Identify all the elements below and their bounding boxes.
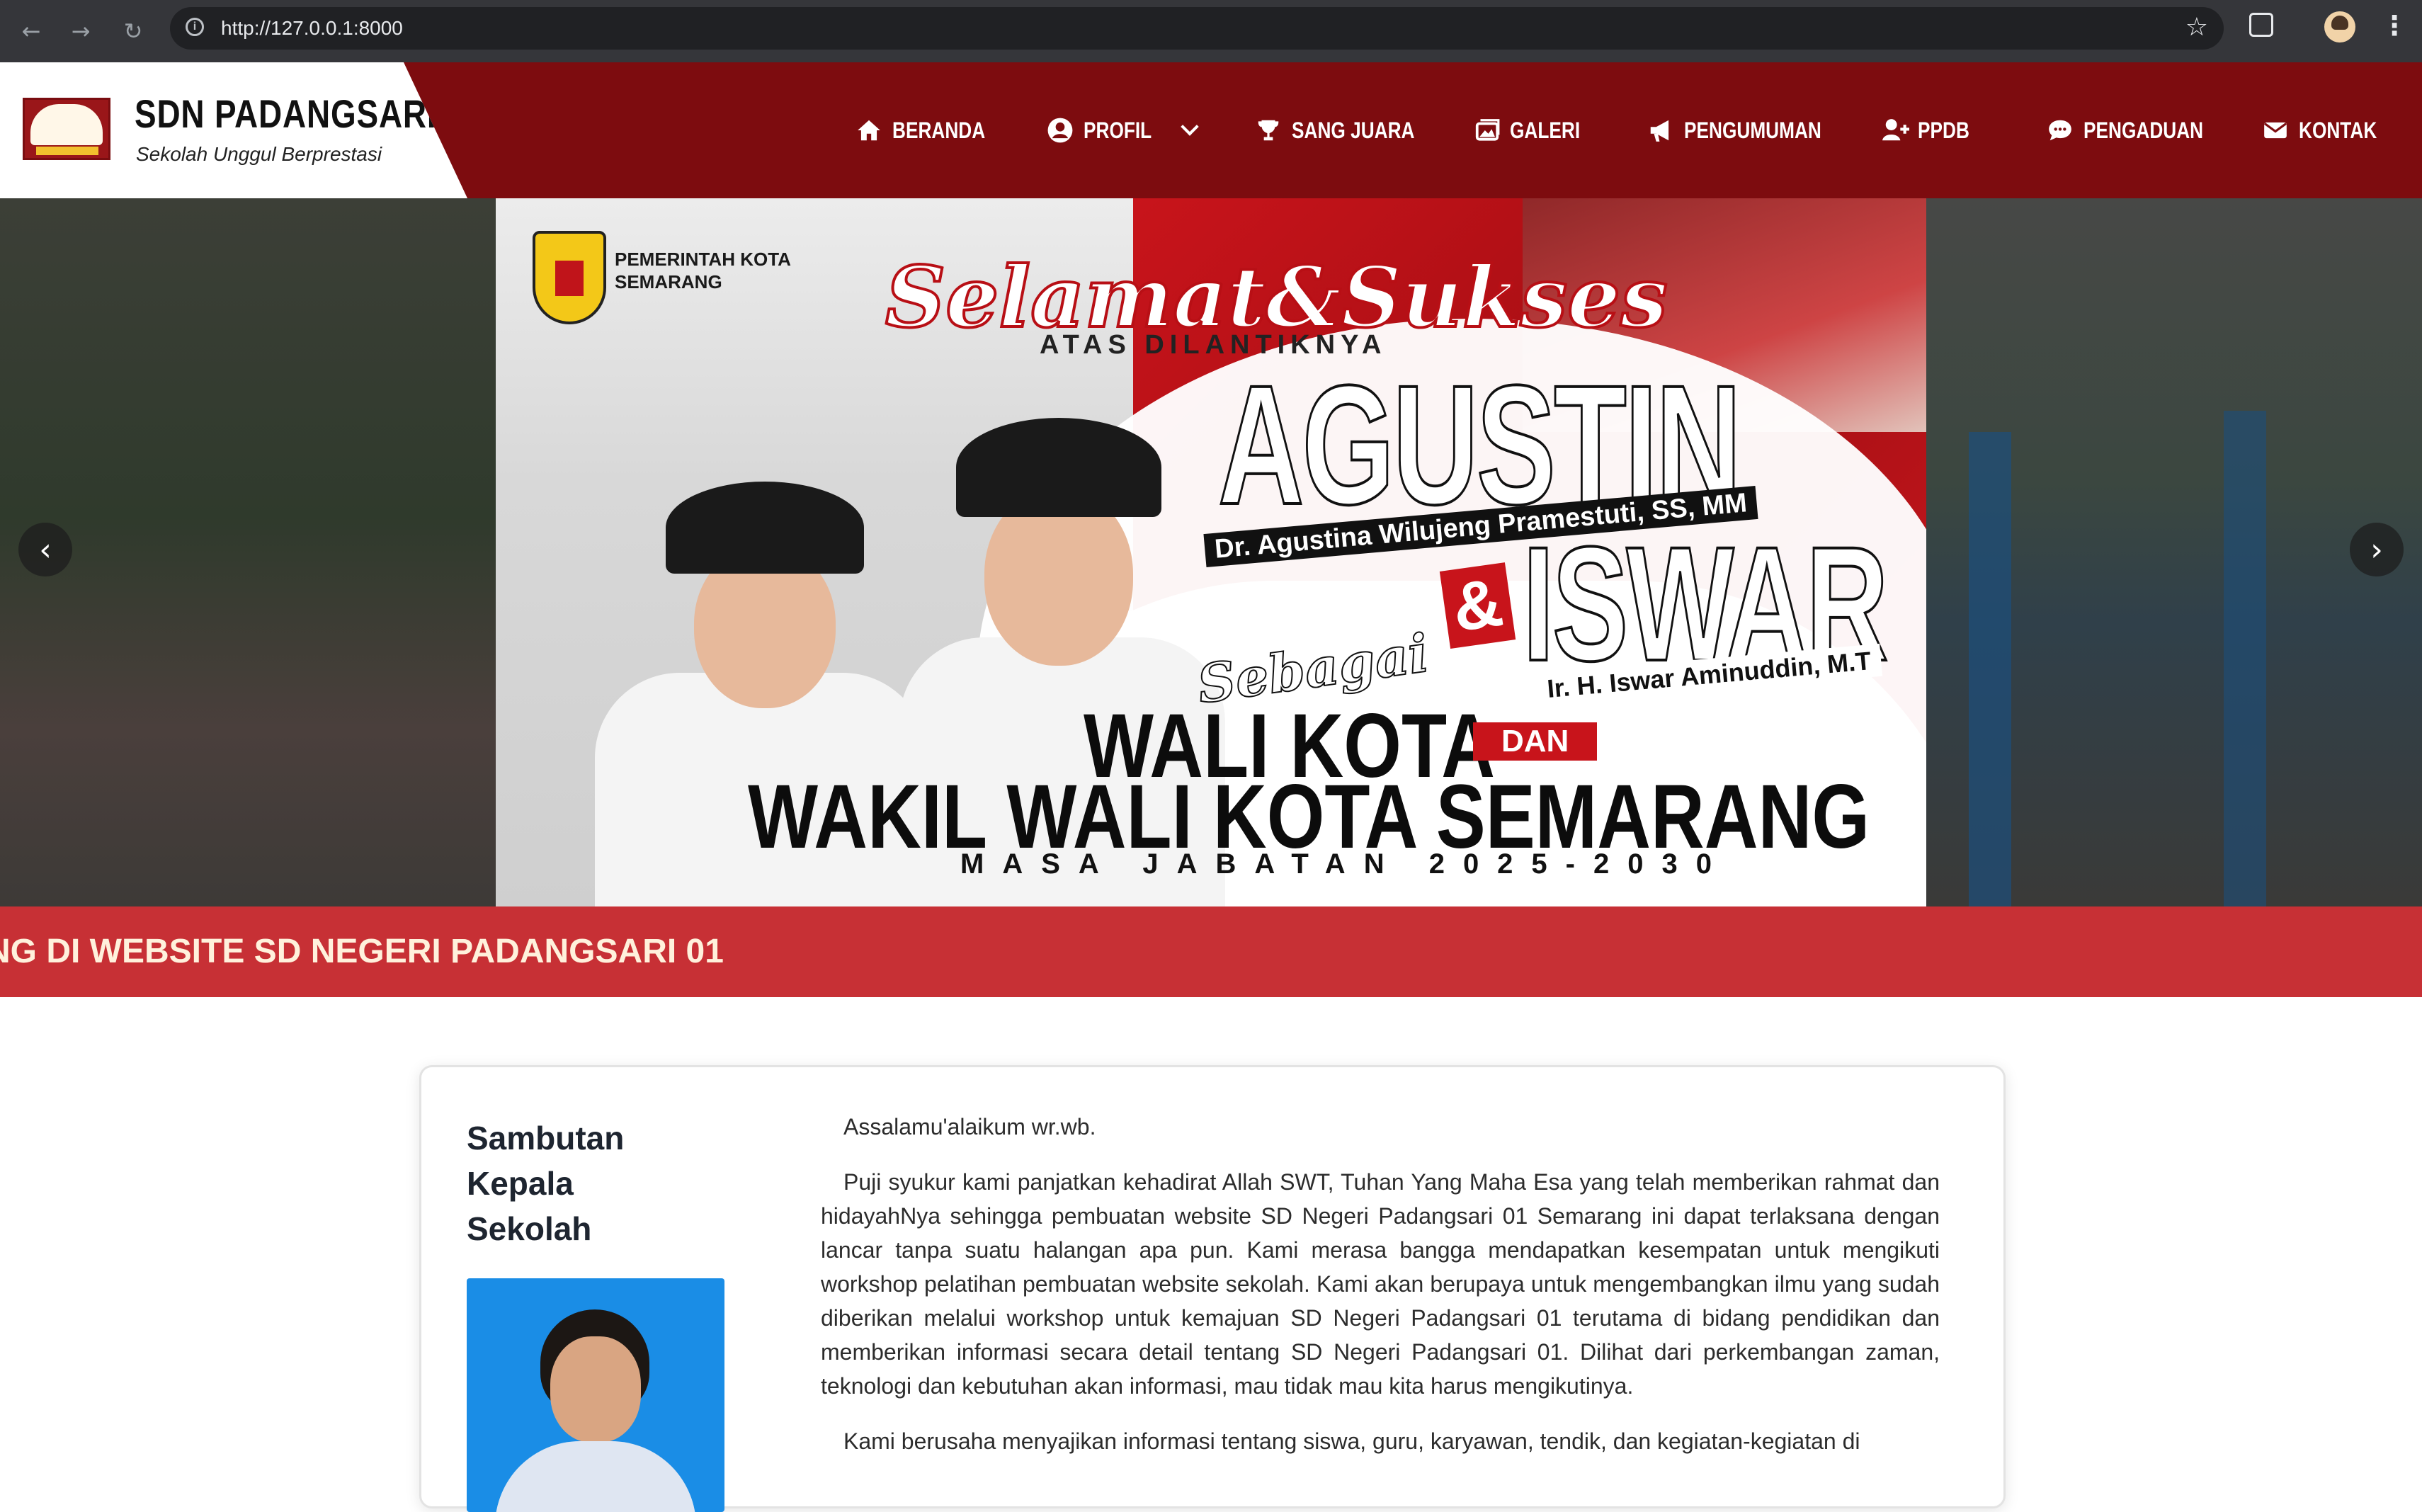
principal-welcome-card: Sambutan Kepala Sekolah Assalamu'alaikum… bbox=[419, 1065, 2006, 1512]
principal-photo bbox=[467, 1278, 724, 1512]
banner-dan: DAN bbox=[1473, 722, 1598, 761]
site-tagline: Sekolah Unggul Berprestasi bbox=[136, 143, 382, 165]
nav-label: GALERI bbox=[1510, 117, 1581, 143]
city-emblem-icon bbox=[533, 231, 606, 324]
site-info-icon[interactable]: i bbox=[186, 18, 204, 36]
carousel-next-button[interactable]: › bbox=[2350, 523, 2404, 576]
announcement-marquee: NG DI WEBSITE SD NEGERI PADANGSARI 01 bbox=[0, 906, 2422, 997]
menu-icon[interactable]: ⋮ bbox=[2381, 10, 2408, 41]
nav-pengumuman[interactable]: PENGUMUMAN bbox=[1647, 62, 1851, 198]
site-name[interactable]: SDN PADANGSARI 01 bbox=[135, 91, 467, 137]
nav-label: BERANDA bbox=[892, 117, 986, 143]
bookmark-star-icon[interactable]: ☆ bbox=[2185, 13, 2208, 42]
trophy-icon bbox=[1255, 117, 1282, 144]
nav-label: PENGADUAN bbox=[2083, 117, 2204, 143]
banner-gov-label: PEMERINTAH KOTA SEMARANG bbox=[615, 249, 790, 292]
site-header: SDN PADANGSARI 01 Sekolah Unggul Berpres… bbox=[0, 62, 2422, 198]
envelope-icon bbox=[2262, 117, 2289, 144]
address-bar[interactable]: i http://127.0.0.1:8000 ☆ bbox=[170, 7, 2224, 50]
profile-avatar[interactable] bbox=[2324, 11, 2355, 42]
nav-sang-juara[interactable]: SANG JUARA bbox=[1255, 62, 1442, 198]
welcome-greeting: Assalamu'alaikum wr.wb. bbox=[843, 1114, 1096, 1139]
nav-pengaduan[interactable]: PENGADUAN bbox=[2047, 62, 2229, 198]
browser-toolbar: ← → ↻ i http://127.0.0.1:8000 ☆ ⋮ bbox=[0, 0, 2422, 62]
back-icon[interactable]: ← bbox=[14, 14, 48, 48]
nav-profil[interactable]: PROFIL bbox=[1047, 62, 1200, 198]
nav-beranda[interactable]: BERANDA bbox=[855, 62, 1006, 198]
nav-kontak[interactable]: KONTAK bbox=[2262, 62, 2394, 198]
nav-label: PPDB bbox=[1918, 117, 1969, 143]
inauguration-banner: PEMERINTAH KOTA SEMARANG Selamat&Sukses … bbox=[496, 198, 1926, 906]
megaphone-icon bbox=[1647, 117, 1674, 144]
images-icon bbox=[1473, 117, 1500, 144]
nav-ppdb[interactable]: PPDB bbox=[1881, 62, 1981, 198]
nav-label: PROFIL bbox=[1084, 117, 1152, 143]
chevron-down-icon bbox=[1181, 118, 1200, 136]
blurred-backdrop bbox=[0, 198, 496, 906]
chat-icon bbox=[2047, 117, 2074, 144]
forward-icon[interactable]: → bbox=[64, 14, 98, 48]
welcome-title: Sambutan Kepala Sekolah bbox=[467, 1120, 625, 1247]
home-icon bbox=[855, 117, 882, 144]
blurred-backdrop bbox=[1926, 198, 2422, 906]
nav-label: PENGUMUMAN bbox=[1684, 117, 1821, 143]
extensions-icon[interactable] bbox=[2249, 13, 2273, 37]
user-circle-icon bbox=[1047, 117, 1074, 144]
hero-carousel[interactable]: PEMERINTAH KOTA SEMARANG Selamat&Sukses … bbox=[0, 198, 2422, 906]
url-text[interactable]: http://127.0.0.1:8000 bbox=[221, 17, 403, 40]
banner-ampersand: & bbox=[1439, 562, 1516, 649]
marquee-text: NG DI WEBSITE SD NEGERI PADANGSARI 01 bbox=[0, 933, 724, 970]
school-logo[interactable] bbox=[23, 98, 110, 160]
nav-label: SANG JUARA bbox=[1292, 117, 1415, 143]
welcome-paragraph: Puji syukur kami panjatkan kehadirat All… bbox=[821, 1169, 1940, 1399]
banner-term: MASA JABATAN 2025-2030 bbox=[960, 848, 1730, 880]
nav-label: KONTAK bbox=[2299, 117, 2377, 143]
reload-icon[interactable]: ↻ bbox=[116, 14, 150, 48]
nav-galeri[interactable]: GALERI bbox=[1473, 62, 1596, 198]
user-plus-icon bbox=[1881, 117, 1909, 144]
welcome-text: Assalamu'alaikum wr.wb. Puji syukur kami… bbox=[821, 1110, 1940, 1479]
brand[interactable]: SDN PADANGSARI 01 Sekolah Unggul Berpres… bbox=[0, 62, 467, 198]
carousel-prev-button[interactable]: ‹ bbox=[18, 523, 72, 576]
